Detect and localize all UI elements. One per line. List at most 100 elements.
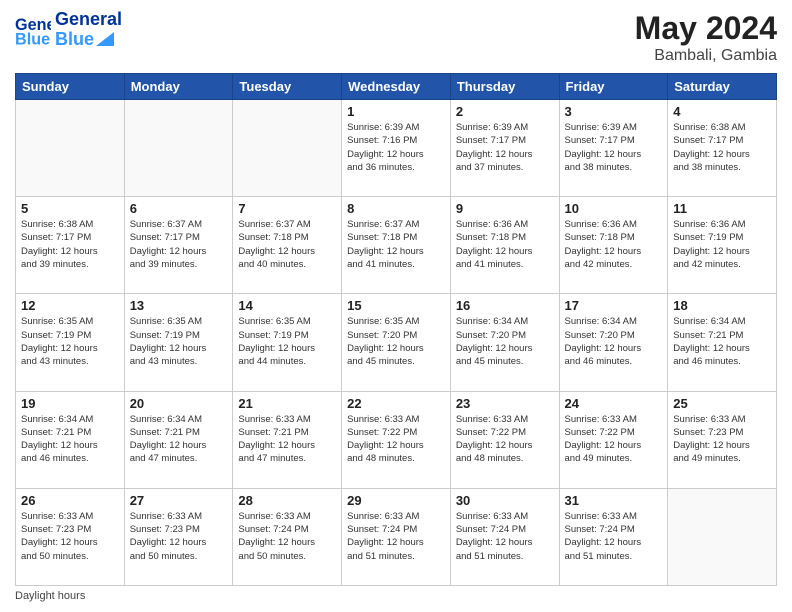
calendar-cell-0-1 — [124, 100, 233, 197]
day-number-17: 17 — [565, 298, 663, 313]
day-info-14: Sunrise: 6:35 AM Sunset: 7:19 PM Dayligh… — [238, 315, 336, 368]
day-number-5: 5 — [21, 201, 119, 216]
day-info-17: Sunrise: 6:34 AM Sunset: 7:20 PM Dayligh… — [565, 315, 663, 368]
calendar-cell-3-6: 25 Sunrise: 6:33 AM Sunset: 7:23 PM Dayli… — [668, 391, 777, 488]
header-tuesday: Tuesday — [233, 74, 342, 100]
day-info-9: Sunrise: 6:36 AM Sunset: 7:18 PM Dayligh… — [456, 218, 554, 271]
logo-triangle-icon — [96, 32, 114, 46]
day-number-10: 10 — [565, 201, 663, 216]
day-info-23: Sunrise: 6:33 AM Sunset: 7:22 PM Dayligh… — [456, 413, 554, 466]
header-wednesday: Wednesday — [342, 74, 451, 100]
day-number-21: 21 — [238, 396, 336, 411]
day-number-26: 26 — [21, 493, 119, 508]
header-sunday: Sunday — [16, 74, 125, 100]
day-number-28: 28 — [238, 493, 336, 508]
day-number-20: 20 — [130, 396, 228, 411]
calendar-cell-4-5: 31Sunrise: 6:33 AM Sunset: 7:24 PM Dayli… — [559, 488, 668, 585]
header-monday: Monday — [124, 74, 233, 100]
calendar-cell-4-1: 27 Sunrise: 6:33 AM Sunset: 7:23 PM Dayli… — [124, 488, 233, 585]
page: General Blue General Blue May 2024 Bamba… — [0, 0, 792, 612]
day-info-5: Sunrise: 6:38 AM Sunset: 7:17 PM Dayligh… — [21, 218, 119, 271]
footer-note: Daylight hours — [15, 590, 777, 602]
day-info-25: Sunrise: 6:33 AM Sunset: 7:23 PM Dayligh… — [673, 413, 771, 466]
day-info-24: Sunrise: 6:33 AM Sunset: 7:22 PM Dayligh… — [565, 413, 663, 466]
calendar-cell-2-2: 14 Sunrise: 6:35 AM Sunset: 7:19 PM Dayli… — [233, 294, 342, 391]
day-info-26: Sunrise: 6:33 AM Sunset: 7:23 PM Dayligh… — [21, 510, 119, 563]
calendar-cell-0-0 — [16, 100, 125, 197]
day-info-15: Sunrise: 6:35 AM Sunset: 7:20 PM Dayligh… — [347, 315, 445, 368]
calendar-cell-2-5: 17 Sunrise: 6:34 AM Sunset: 7:20 PM Dayli… — [559, 294, 668, 391]
calendar-cell-4-3: 29 Sunrise: 6:33 AM Sunset: 7:24 PM Dayli… — [342, 488, 451, 585]
day-number-31: 31 — [565, 493, 663, 508]
day-number-29: 29 — [347, 493, 445, 508]
week-row-2: 12 Sunrise: 6:35 AM Sunset: 7:19 PM Dayli… — [16, 294, 777, 391]
calendar-cell-3-4: 23 Sunrise: 6:33 AM Sunset: 7:22 PM Dayli… — [450, 391, 559, 488]
week-row-1: 5 Sunrise: 6:38 AM Sunset: 7:17 PM Daylig… — [16, 197, 777, 294]
calendar-subtitle: Bambali, Gambia — [635, 47, 777, 65]
day-info-1: Sunrise: 6:39 AM Sunset: 7:16 PM Dayligh… — [347, 121, 445, 174]
day-info-8: Sunrise: 6:37 AM Sunset: 7:18 PM Dayligh… — [347, 218, 445, 271]
calendar-cell-2-6: 18 Sunrise: 6:34 AM Sunset: 7:21 PM Dayli… — [668, 294, 777, 391]
calendar-cell-3-1: 20 Sunrise: 6:34 AM Sunset: 7:21 PM Dayli… — [124, 391, 233, 488]
day-number-15: 15 — [347, 298, 445, 313]
day-info-13: Sunrise: 6:35 AM Sunset: 7:19 PM Dayligh… — [130, 315, 228, 368]
calendar-header-row: Sunday Monday Tuesday Wednesday Thursday… — [16, 74, 777, 100]
day-info-7: Sunrise: 6:37 AM Sunset: 7:18 PM Dayligh… — [238, 218, 336, 271]
week-row-0: 1Sunrise: 6:39 AM Sunset: 7:16 PM Daylig… — [16, 100, 777, 197]
day-number-12: 12 — [21, 298, 119, 313]
day-number-22: 22 — [347, 396, 445, 411]
day-info-3: Sunrise: 6:39 AM Sunset: 7:17 PM Dayligh… — [565, 121, 663, 174]
header-friday: Friday — [559, 74, 668, 100]
calendar-cell-4-0: 26 Sunrise: 6:33 AM Sunset: 7:23 PM Dayli… — [16, 488, 125, 585]
day-number-8: 8 — [347, 201, 445, 216]
day-info-27: Sunrise: 6:33 AM Sunset: 7:23 PM Dayligh… — [130, 510, 228, 563]
title-block: May 2024 Bambali, Gambia — [635, 10, 777, 65]
day-info-19: Sunrise: 6:34 AM Sunset: 7:21 PM Dayligh… — [21, 413, 119, 466]
calendar-cell-4-4: 30Sunrise: 6:33 AM Sunset: 7:24 PM Dayli… — [450, 488, 559, 585]
day-number-14: 14 — [238, 298, 336, 313]
logo-general-text: General — [55, 10, 122, 30]
calendar-cell-0-6: 4 Sunrise: 6:38 AM Sunset: 7:17 PM Daylig… — [668, 100, 777, 197]
day-info-18: Sunrise: 6:34 AM Sunset: 7:21 PM Dayligh… — [673, 315, 771, 368]
calendar-cell-0-2 — [233, 100, 342, 197]
calendar-cell-4-6 — [668, 488, 777, 585]
day-info-12: Sunrise: 6:35 AM Sunset: 7:19 PM Dayligh… — [21, 315, 119, 368]
svg-text:Blue: Blue — [15, 30, 50, 48]
logo-icon: General Blue — [15, 12, 51, 48]
day-number-16: 16 — [456, 298, 554, 313]
day-info-29: Sunrise: 6:33 AM Sunset: 7:24 PM Dayligh… — [347, 510, 445, 563]
calendar-cell-1-3: 8 Sunrise: 6:37 AM Sunset: 7:18 PM Daylig… — [342, 197, 451, 294]
calendar-cell-2-1: 13Sunrise: 6:35 AM Sunset: 7:19 PM Dayli… — [124, 294, 233, 391]
day-info-21: Sunrise: 6:33 AM Sunset: 7:21 PM Dayligh… — [238, 413, 336, 466]
calendar-title: May 2024 — [635, 10, 777, 47]
day-number-25: 25 — [673, 396, 771, 411]
day-number-27: 27 — [130, 493, 228, 508]
calendar-cell-1-2: 7Sunrise: 6:37 AM Sunset: 7:18 PM Daylig… — [233, 197, 342, 294]
calendar-cell-1-0: 5 Sunrise: 6:38 AM Sunset: 7:17 PM Daylig… — [16, 197, 125, 294]
day-info-6: Sunrise: 6:37 AM Sunset: 7:17 PM Dayligh… — [130, 218, 228, 271]
day-number-4: 4 — [673, 104, 771, 119]
logo-blue-text: Blue — [55, 30, 94, 50]
day-info-4: Sunrise: 6:38 AM Sunset: 7:17 PM Dayligh… — [673, 121, 771, 174]
calendar-cell-1-5: 10Sunrise: 6:36 AM Sunset: 7:18 PM Dayli… — [559, 197, 668, 294]
calendar-cell-2-0: 12 Sunrise: 6:35 AM Sunset: 7:19 PM Dayli… — [16, 294, 125, 391]
calendar-cell-3-3: 22Sunrise: 6:33 AM Sunset: 7:22 PM Dayli… — [342, 391, 451, 488]
calendar-cell-0-4: 2Sunrise: 6:39 AM Sunset: 7:17 PM Daylig… — [450, 100, 559, 197]
calendar-cell-3-5: 24 Sunrise: 6:33 AM Sunset: 7:22 PM Dayli… — [559, 391, 668, 488]
day-number-23: 23 — [456, 396, 554, 411]
day-number-18: 18 — [673, 298, 771, 313]
calendar-cell-1-6: 11 Sunrise: 6:36 AM Sunset: 7:19 PM Dayli… — [668, 197, 777, 294]
calendar-cell-3-2: 21 Sunrise: 6:33 AM Sunset: 7:21 PM Dayli… — [233, 391, 342, 488]
day-number-11: 11 — [673, 201, 771, 216]
day-info-16: Sunrise: 6:34 AM Sunset: 7:20 PM Dayligh… — [456, 315, 554, 368]
day-number-24: 24 — [565, 396, 663, 411]
calendar-cell-1-4: 9Sunrise: 6:36 AM Sunset: 7:18 PM Daylig… — [450, 197, 559, 294]
day-info-20: Sunrise: 6:34 AM Sunset: 7:21 PM Dayligh… — [130, 413, 228, 466]
header-thursday: Thursday — [450, 74, 559, 100]
calendar-cell-2-4: 16 Sunrise: 6:34 AM Sunset: 7:20 PM Dayli… — [450, 294, 559, 391]
day-info-11: Sunrise: 6:36 AM Sunset: 7:19 PM Dayligh… — [673, 218, 771, 271]
calendar-cell-0-5: 3Sunrise: 6:39 AM Sunset: 7:17 PM Daylig… — [559, 100, 668, 197]
logo: General Blue General Blue — [15, 10, 122, 50]
day-info-28: Sunrise: 6:33 AM Sunset: 7:24 PM Dayligh… — [238, 510, 336, 563]
day-number-19: 19 — [21, 396, 119, 411]
